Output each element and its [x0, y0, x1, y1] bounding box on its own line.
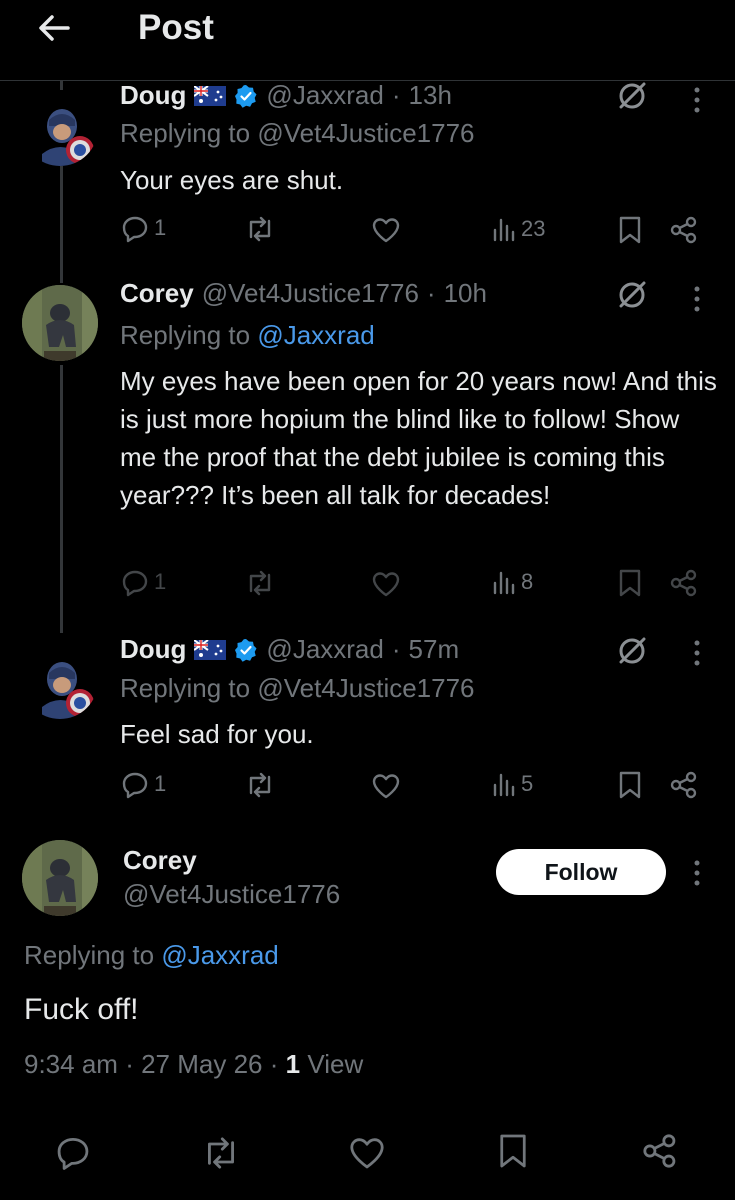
- avatar[interactable]: [22, 285, 98, 361]
- author-handle[interactable]: @Jaxxrad: [266, 80, 383, 111]
- post-text: Fuck off!: [24, 993, 139, 1026]
- views-count: 8: [521, 569, 534, 594]
- post-time[interactable]: 57m: [409, 634, 460, 665]
- replying-to: Replying to @Jaxxrad: [120, 320, 375, 350]
- comment-icon: [122, 216, 148, 243]
- author-name[interactable]: Doug: [120, 80, 186, 111]
- reply-button[interactable]: 1: [120, 567, 166, 597]
- replying-to: Replying to @Jaxxrad: [24, 940, 279, 970]
- au-flag-icon: [194, 639, 227, 660]
- reply-count: 1: [154, 771, 167, 796]
- reply-text: My eyes have been open for 20 years now!…: [120, 366, 717, 510]
- avatar[interactable]: [22, 643, 98, 719]
- avatar[interactable]: [22, 840, 98, 916]
- views-button[interactable]: 23: [491, 216, 545, 242]
- like-icon[interactable]: [348, 1135, 386, 1171]
- share-icon[interactable]: [669, 770, 699, 800]
- reply-header: Doug @Jaxxrad · 13h: [120, 80, 452, 111]
- thread-line: [60, 165, 63, 283]
- replying-to-handle[interactable]: @Jaxxrad: [257, 320, 374, 350]
- verified-badge-icon: [234, 638, 258, 662]
- author-handle[interactable]: @Vet4Justice1776: [123, 879, 340, 910]
- page-title: Post: [138, 8, 214, 47]
- author-handle[interactable]: @Jaxxrad: [266, 634, 383, 665]
- views-count: 23: [521, 216, 546, 241]
- more-options-icon[interactable]: [693, 284, 701, 314]
- au-flag-icon: [194, 85, 227, 106]
- author-handle[interactable]: @Vet4Justice1776: [202, 278, 419, 309]
- like-icon[interactable]: [371, 772, 401, 800]
- more-options-icon[interactable]: [693, 85, 701, 115]
- replying-to-handle[interactable]: @Vet4Justice1776: [257, 118, 474, 148]
- post-timestamp: 9:34 am · 27 May 26 · 1 View: [24, 1049, 364, 1079]
- thread-line: [60, 365, 63, 633]
- follow-button[interactable]: Follow: [496, 849, 666, 895]
- comment-icon[interactable]: [54, 1133, 92, 1171]
- repost-icon[interactable]: [244, 215, 276, 243]
- repost-icon[interactable]: [200, 1135, 242, 1171]
- grok-icon[interactable]: [616, 635, 648, 667]
- share-icon[interactable]: [669, 215, 699, 245]
- thread-line: [60, 80, 63, 90]
- back-arrow-icon[interactable]: [36, 10, 72, 46]
- author-name[interactable]: Corey: [123, 845, 197, 876]
- avatar[interactable]: [22, 90, 98, 166]
- reply-count: 1: [154, 215, 167, 240]
- views-count: 5: [521, 771, 534, 796]
- repost-icon[interactable]: [244, 771, 276, 799]
- reply-button[interactable]: 1: [120, 769, 166, 799]
- top-bar: Post: [0, 0, 735, 81]
- views-icon: [493, 571, 515, 595]
- reply-text: Your eyes are shut.: [120, 165, 344, 195]
- replying-to-handle[interactable]: @Vet4Justice1776: [257, 673, 474, 703]
- views-button[interactable]: 8: [491, 569, 533, 595]
- comment-icon: [122, 772, 148, 799]
- post-time[interactable]: 13h: [409, 80, 452, 111]
- author-name[interactable]: Doug: [120, 634, 186, 665]
- view-label: View: [307, 1049, 364, 1079]
- bookmark-icon[interactable]: [618, 568, 642, 598]
- post-time[interactable]: 9:34 am: [24, 1049, 118, 1079]
- post-date[interactable]: 27 May 26: [141, 1049, 262, 1079]
- reply-button[interactable]: 1: [120, 213, 166, 243]
- grok-icon[interactable]: [616, 279, 648, 311]
- post-time[interactable]: 10h: [444, 278, 487, 309]
- verified-badge-icon: [234, 84, 258, 108]
- reply-header: Doug @Jaxxrad · 57m: [120, 634, 460, 665]
- share-icon[interactable]: [641, 1132, 679, 1170]
- replying-to: Replying to @Vet4Justice1776: [120, 673, 475, 703]
- reply-text: Feel sad for you.: [120, 719, 314, 749]
- author-name[interactable]: Corey: [120, 278, 194, 309]
- bookmark-icon[interactable]: [618, 770, 642, 800]
- reply-header: Corey @Vet4Justice1776 · 10h: [120, 278, 487, 309]
- comment-icon: [122, 570, 148, 597]
- like-icon[interactable]: [371, 216, 401, 244]
- view-count: 1: [285, 1049, 301, 1079]
- share-icon[interactable]: [669, 568, 699, 598]
- repost-icon[interactable]: [244, 569, 276, 597]
- bookmark-icon[interactable]: [618, 215, 642, 245]
- more-options-icon[interactable]: [693, 858, 701, 888]
- views-icon: [493, 218, 515, 242]
- bookmark-icon[interactable]: [498, 1132, 528, 1170]
- replying-to-handle[interactable]: @Jaxxrad: [161, 940, 278, 970]
- views-icon: [493, 773, 515, 797]
- reply-count: 1: [154, 569, 167, 594]
- views-button[interactable]: 5: [491, 771, 533, 797]
- grok-icon[interactable]: [616, 80, 648, 112]
- more-options-icon[interactable]: [693, 638, 701, 668]
- like-icon[interactable]: [371, 570, 401, 598]
- replying-to: Replying to @Vet4Justice1776: [120, 118, 475, 148]
